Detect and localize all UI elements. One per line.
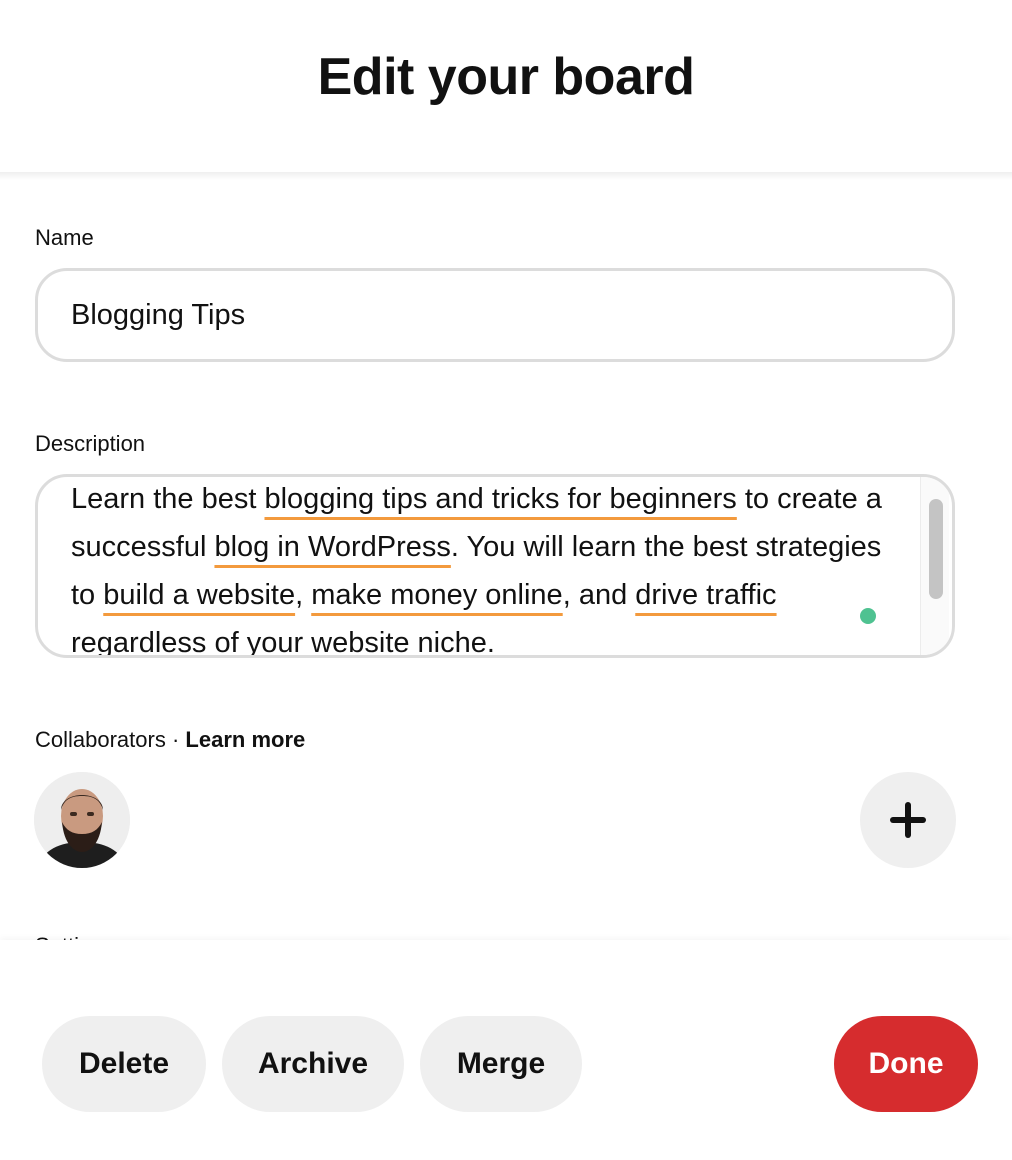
archive-button[interactable]: Archive bbox=[222, 1016, 404, 1112]
add-collaborator-button[interactable] bbox=[860, 772, 956, 868]
description-keyword: drive traffic bbox=[635, 579, 777, 611]
edit-board-modal: Edit your board Name Blogging Tips Descr… bbox=[0, 0, 1012, 1160]
delete-button[interactable]: Delete bbox=[42, 1016, 206, 1112]
name-label: Name bbox=[35, 225, 94, 250]
merge-button[interactable]: Merge bbox=[420, 1016, 582, 1112]
modal-body[interactable]: Name Blogging Tips Description Learn the… bbox=[0, 180, 1012, 940]
description-textarea[interactable]: Learn the best blogging tips and tricks … bbox=[35, 474, 955, 658]
collaborators-heading: Collaborators · Learn more bbox=[35, 726, 305, 754]
avatar[interactable] bbox=[34, 772, 130, 868]
description-keyword: blogging tips and tricks for beginners bbox=[264, 483, 737, 515]
description-label: Description bbox=[35, 431, 146, 456]
name-input[interactable]: Blogging Tips bbox=[35, 268, 955, 362]
settings-label: Settings bbox=[35, 932, 115, 940]
description-text: Learn the best blogging tips and tricks … bbox=[71, 477, 911, 658]
learn-more-link[interactable]: Learn more bbox=[185, 727, 305, 752]
description-scrollbar[interactable] bbox=[920, 477, 949, 655]
description-segment: regardless of your website niche. bbox=[71, 627, 495, 658]
avatar-photo bbox=[34, 772, 130, 868]
description-keyword: build a website bbox=[103, 579, 296, 611]
header-divider bbox=[0, 172, 1012, 180]
modal-header: Edit your board bbox=[0, 0, 1012, 172]
description-segment: Learn the best bbox=[71, 483, 265, 515]
description-segment: , and bbox=[562, 579, 636, 611]
description-segment: , bbox=[295, 579, 312, 611]
modal-footer: Delete Archive Merge Done bbox=[0, 940, 1012, 1160]
collaborators-label: Collaborators bbox=[35, 727, 166, 752]
cursor-indicator bbox=[860, 608, 876, 624]
done-button[interactable]: Done bbox=[834, 1016, 978, 1112]
description-keyword: blog in WordPress bbox=[214, 531, 451, 563]
plus-icon bbox=[890, 802, 926, 838]
scrollbar-thumb[interactable] bbox=[929, 499, 943, 599]
description-keyword: make money online bbox=[311, 579, 563, 611]
separator-dot: · bbox=[171, 727, 180, 752]
page-title: Edit your board bbox=[317, 48, 695, 106]
